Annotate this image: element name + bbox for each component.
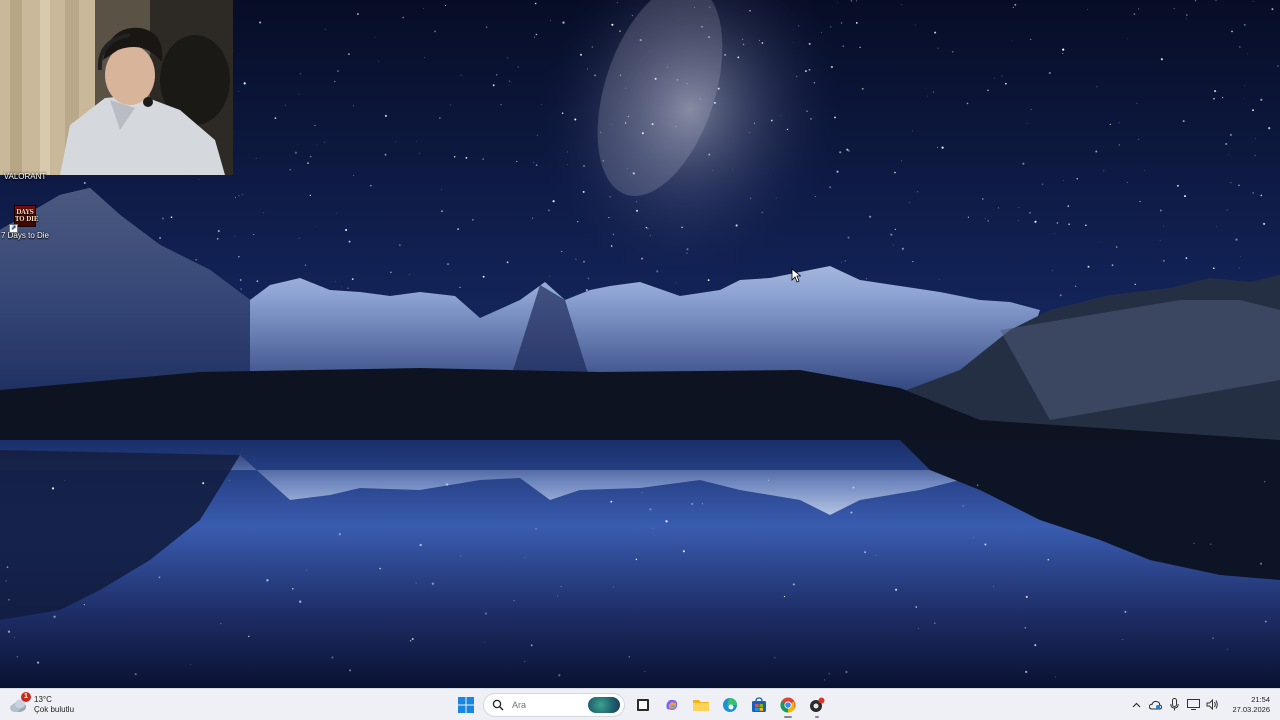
start-icon [457, 696, 474, 713]
copilot-button[interactable] [658, 691, 686, 719]
clock[interactable]: 21:54 27.03.2026 [1222, 695, 1280, 715]
recorder-icon [809, 697, 824, 712]
show-hidden-icons-button[interactable] [1127, 693, 1146, 717]
desktop-icon-label: VALORANT [3, 172, 47, 181]
volume-button[interactable] [1203, 693, 1222, 717]
weather-temperature: 13°C [34, 695, 52, 704]
cloud-icon: 1 [8, 692, 31, 715]
store-icon [751, 696, 766, 712]
chevron-up-icon [1133, 702, 1141, 707]
store-button[interactable] [745, 691, 773, 719]
weather-condition: Çok bulutlu [34, 705, 75, 714]
search-icon [492, 699, 504, 710]
webcam-overlay [0, 0, 233, 175]
game-icon: DAYS TO DIE ↗ [9, 205, 39, 233]
edge-icon [722, 697, 737, 712]
start-button[interactable] [452, 691, 480, 719]
file-explorer-icon [692, 699, 709, 711]
taskbar-search[interactable] [483, 692, 625, 717]
volume-icon [1206, 699, 1219, 710]
cloud-sync-button[interactable] [1146, 693, 1165, 717]
mouse-cursor-icon [791, 268, 802, 288]
weather-widget[interactable]: 1 13°C Çok bulutlu [8, 692, 74, 718]
game-icon-art: DAYS TO DIE [15, 209, 39, 223]
chrome-icon [779, 697, 795, 712]
cloud-sync-icon [1149, 700, 1163, 709]
file-explorer-button[interactable] [687, 691, 715, 719]
search-input[interactable] [510, 698, 594, 711]
task-view-icon [636, 698, 649, 711]
task-view-button[interactable] [629, 691, 657, 719]
system-tray: 21:54 27.03.2026 [1127, 689, 1280, 720]
microphone-button[interactable] [1165, 693, 1184, 717]
clock-date: 27.03.2026 [1232, 704, 1270, 714]
edge-button[interactable] [716, 691, 744, 719]
chrome-button[interactable] [774, 691, 802, 719]
network-icon [1187, 699, 1201, 710]
clock-time: 21:54 [1251, 694, 1270, 704]
shortcut-arrow-icon: ↗ [9, 224, 18, 233]
search-highlight-image [588, 696, 620, 713]
taskbar: 1 13°C Çok bulutlu Ara 21:54 27.03.2026 [0, 688, 1280, 720]
notification-badge: 1 [21, 692, 31, 702]
recorder-button[interactable] [803, 691, 831, 719]
copilot-icon [665, 699, 677, 710]
network-button[interactable] [1184, 693, 1203, 717]
desktop-icon-7-days-to-die[interactable]: DAYS TO DIE ↗ 7 Days to Die [0, 205, 55, 241]
desktop-icon-valorant[interactable]: VALORANT [0, 172, 55, 182]
microphone-icon [1170, 698, 1180, 711]
